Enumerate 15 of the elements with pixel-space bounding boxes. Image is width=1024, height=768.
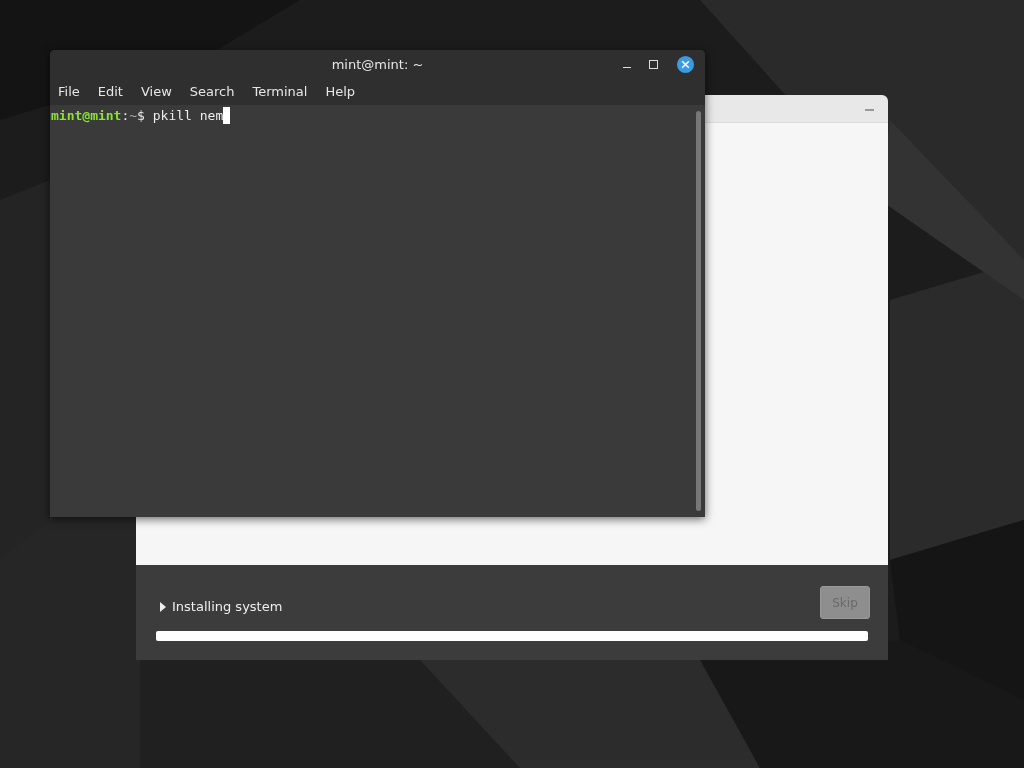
menu-item[interactable]: Edit xyxy=(93,84,127,99)
menu-item[interactable]: File xyxy=(54,84,84,99)
window-title: mint@mint: ~ xyxy=(331,56,424,72)
menu-item[interactable]: View xyxy=(136,84,176,99)
scrollbar[interactable] xyxy=(696,111,701,511)
minimize-icon[interactable] xyxy=(865,109,874,111)
close-icon[interactable] xyxy=(676,55,695,74)
maximize-icon[interactable] xyxy=(649,60,658,69)
menu-item[interactable]: Search xyxy=(185,84,239,99)
menu-item[interactable]: Help xyxy=(321,84,360,99)
text-cursor xyxy=(223,107,231,124)
command-line: mint@mint:~$ pkill nem xyxy=(51,108,224,124)
minimize-icon[interactable] xyxy=(623,67,631,68)
menu-item[interactable]: Terminal xyxy=(248,84,312,99)
installing-status[interactable]: Installing system xyxy=(160,599,283,614)
